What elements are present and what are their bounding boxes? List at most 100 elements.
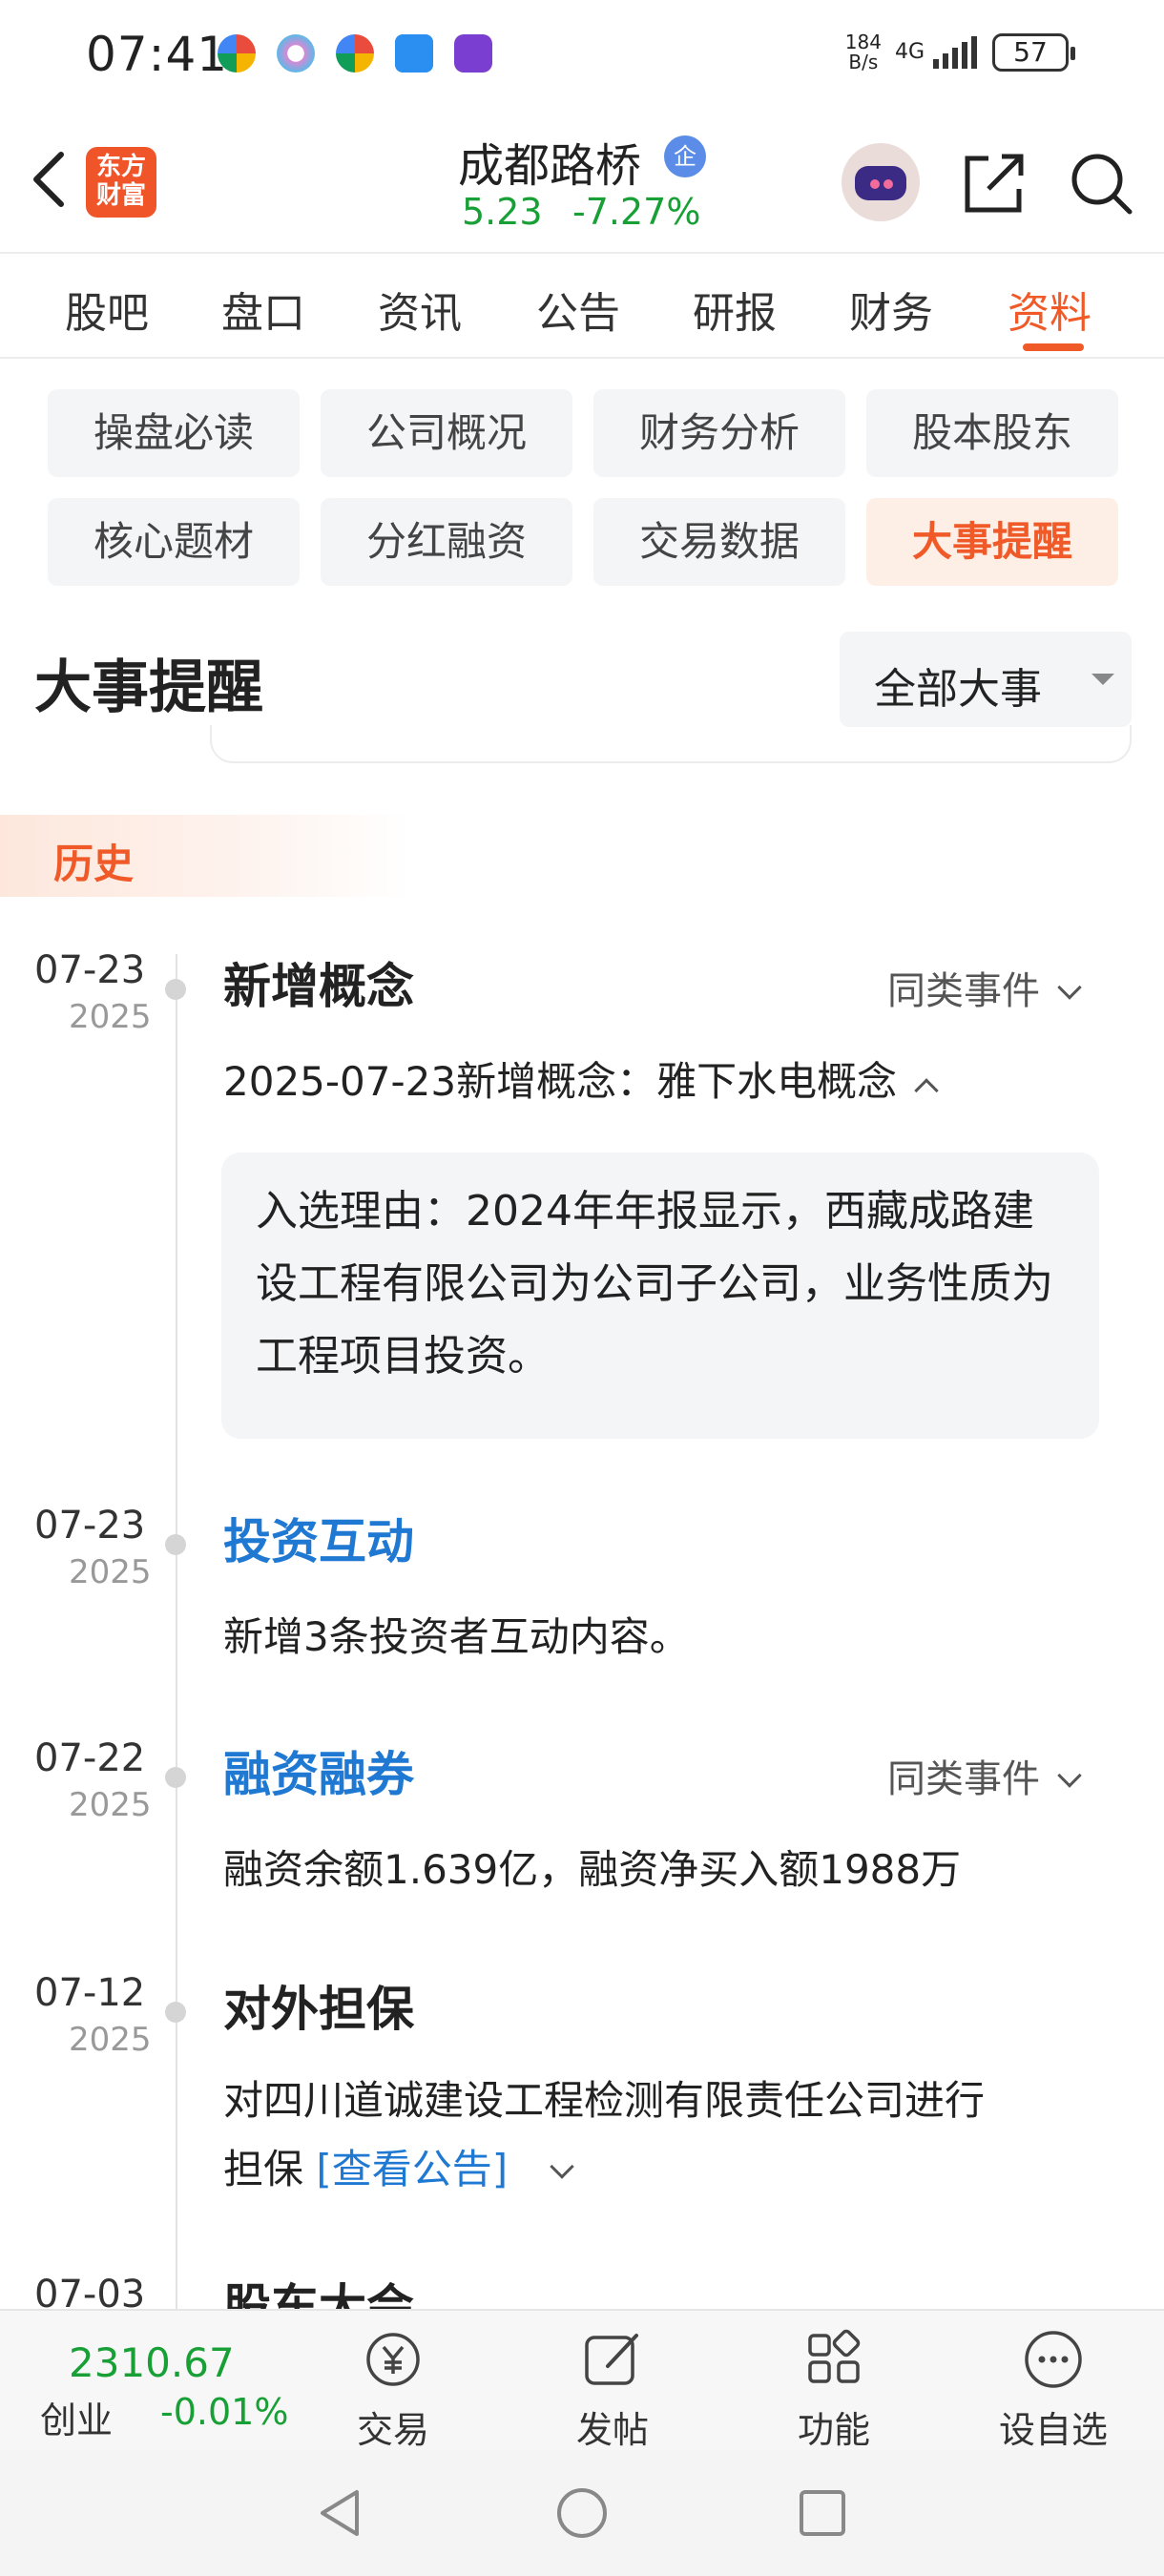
timeline-dot <box>165 979 186 1000</box>
nav-functions[interactable]: 功能 <box>758 2316 910 2451</box>
similar-events-button[interactable]: 同类事件 <box>887 1748 1082 1803</box>
search-icon[interactable] <box>1067 149 1135 218</box>
subtab-shareholders[interactable]: 股本股东 <box>866 389 1118 477</box>
logo-line2: 财富 <box>95 181 146 210</box>
timeline-dot <box>165 1767 186 1788</box>
event-title: 对外担保 <box>223 1982 414 2037</box>
event-desc-line1: 对四川道诚建设工程检测有限责任公司进行 <box>223 2077 986 2124</box>
share-icon[interactable] <box>960 149 1029 218</box>
event-year: 2025 <box>69 998 152 1036</box>
caret-down-icon <box>1091 674 1114 685</box>
index-change: -0.01% <box>160 2391 289 2433</box>
battery-icon: 57 <box>992 33 1075 72</box>
back-arrow-icon[interactable] <box>21 141 78 218</box>
nav-label: 发帖 <box>575 2409 649 2451</box>
main-tabs: 股吧 盘口 资讯 公告 研报 财务 资料 <box>0 252 1164 359</box>
bottom-navigation: 2310.67 创业 -0.01% 交易 发帖 功能 设自选 <box>0 2309 1164 2451</box>
enterprise-verified-icon: 企 <box>664 135 706 177</box>
chevron-up-icon <box>914 1078 939 1103</box>
net-speed-value: 184 <box>844 31 882 53</box>
timeline-dot <box>165 2002 186 2023</box>
tab-finance[interactable]: 财务 <box>849 279 933 340</box>
index-value: 2310.67 <box>69 2339 235 2386</box>
filter-label: 全部大事 <box>874 665 1042 714</box>
event-description[interactable]: 2025-07-23新增概念：雅下水电概念 <box>223 1048 939 1116</box>
net-speed-unit: B/s <box>848 51 879 73</box>
status-time: 07:41 <box>86 27 229 82</box>
event-year: 2025 <box>69 2021 152 2059</box>
nav-trade[interactable]: 交易 <box>317 2316 469 2451</box>
active-tab-indicator <box>1023 343 1084 351</box>
nav-label: 功能 <box>797 2409 870 2451</box>
similar-events-label: 同类事件 <box>887 1757 1040 1801</box>
nav-post[interactable]: 发帖 <box>536 2316 689 2451</box>
chevron-down-icon[interactable] <box>549 2154 574 2179</box>
tab-profile[interactable]: 资料 <box>1008 279 1091 340</box>
nav-label: 交易 <box>356 2409 429 2451</box>
event-desc-line2: 担保 [查看公告] <box>223 2135 985 2204</box>
similar-events-button[interactable]: 同类事件 <box>887 960 1082 1015</box>
event-desc-text: 2025-07-23新增概念：雅下水电概念 <box>223 1058 898 1105</box>
tab-pankou[interactable]: 盘口 <box>221 279 305 340</box>
compose-icon <box>585 2334 638 2385</box>
event-title-link[interactable]: 投资互动 <box>223 1504 414 1572</box>
event-date: 07-12 <box>34 1971 146 2015</box>
timeline-dot <box>165 1534 186 1555</box>
subtab-trading-guide[interactable]: 操盘必读 <box>48 389 300 477</box>
event-title: 新增概念 <box>223 959 414 1014</box>
event-year: 2025 <box>69 1786 152 1824</box>
app-notification-icon <box>277 34 315 73</box>
grid-icon <box>808 2329 861 2383</box>
history-label: 历史 <box>53 841 135 887</box>
event-filter-dropdown[interactable]: 全部大事 <box>840 632 1132 727</box>
event-year: 2025 <box>69 1553 152 1591</box>
stock-name: 成都路桥 <box>458 139 642 193</box>
stock-price: 5.23 <box>462 191 543 233</box>
subtab-financial-analysis[interactable]: 财务分析 <box>593 389 845 477</box>
subtab-dividends[interactable]: 分红融资 <box>321 498 572 586</box>
timeline-line <box>176 954 177 2309</box>
app-notification-icon <box>395 34 433 73</box>
history-header: 历史 <box>0 815 410 897</box>
logo-line1: 东方 <box>95 153 146 181</box>
event-date: 07-22 <box>34 1736 146 1780</box>
collapsed-card-edge <box>210 725 1132 763</box>
more-dots-icon <box>1025 2331 1082 2388</box>
app-logo[interactable]: 东方 财富 <box>86 147 156 218</box>
tab-research[interactable]: 研报 <box>693 279 777 340</box>
tab-guba[interactable]: 股吧 <box>65 279 149 340</box>
event-description: 对四川道诚建设工程检测有限责任公司进行 担保 [查看公告] <box>223 2067 985 2204</box>
event-description: 融资余额1.639亿，融资净买入额1988万 <box>223 1846 962 1893</box>
app-notification-icon <box>454 34 492 73</box>
signal-icon: 4G <box>895 36 979 69</box>
system-navigation-bar <box>0 2450 1164 2576</box>
status-app-icons <box>218 34 492 73</box>
event-title-link[interactable]: 融资融券 <box>223 1736 414 1805</box>
subtab-trading-data[interactable]: 交易数据 <box>593 498 845 586</box>
subtab-major-events[interactable]: 大事提醒 <box>866 498 1118 586</box>
net-speed: 184 B/s <box>845 32 882 73</box>
app-notification-icon <box>336 34 374 73</box>
stock-header: 东方 财富 成都路桥 企 5.23 -7.27% <box>0 114 1164 250</box>
tab-news[interactable]: 资讯 <box>378 279 462 340</box>
subtab-core-themes[interactable]: 核心题材 <box>48 498 300 586</box>
subtab-company-overview[interactable]: 公司概况 <box>321 389 572 477</box>
event-description: 新增3条投资者互动内容。 <box>223 1613 690 1660</box>
app-notification-icon <box>218 34 256 73</box>
system-back-icon[interactable] <box>315 2486 366 2540</box>
ai-assistant-robot-icon[interactable] <box>842 143 920 221</box>
index-name: 创业 <box>40 2399 114 2441</box>
nav-label: 设自选 <box>998 2409 1108 2451</box>
system-recents-icon[interactable] <box>798 2488 847 2538</box>
section-title: 大事提醒 <box>34 654 263 721</box>
tab-announcements[interactable]: 公告 <box>536 279 620 340</box>
event-reason-box: 入选理由：2024年年报显示，西藏成路建设工程有限公司为公司子公司，业务性质为工… <box>221 1153 1099 1439</box>
chevron-down-icon <box>1057 1763 1082 1788</box>
event-date: 07-23 <box>34 948 146 992</box>
stock-change: -7.27% <box>572 191 701 233</box>
view-announcement-link[interactable]: [查看公告] <box>316 2146 508 2192</box>
system-home-icon[interactable] <box>555 2486 609 2540</box>
network-type: 4G <box>894 40 925 64</box>
nav-add-watchlist[interactable]: 设自选 <box>977 2316 1130 2451</box>
event-date: 07-23 <box>34 1504 146 1548</box>
